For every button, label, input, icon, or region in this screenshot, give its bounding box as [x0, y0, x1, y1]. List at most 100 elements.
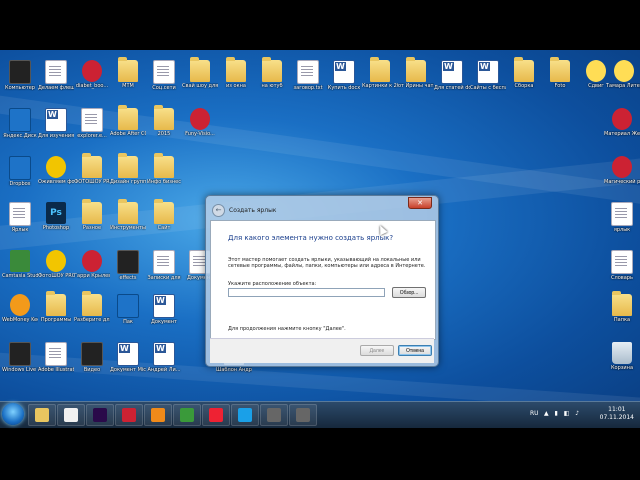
desktop-icon[interactable]: от Ирины чаташевой	[398, 57, 434, 89]
taskbar-button-app-window-1[interactable]	[260, 404, 288, 426]
desktop-icon[interactable]: заговор.txt	[290, 60, 326, 91]
desktop-icon[interactable]: Тамара Литер 2014	[606, 60, 640, 89]
desktop-icon[interactable]: Гарри Крылевской	[74, 250, 110, 279]
desktop-icon-label: Видео	[83, 367, 101, 373]
app-icon	[82, 60, 102, 82]
clock[interactable]: 11:01 07.11.2014	[600, 406, 634, 422]
folder-icon	[514, 57, 534, 82]
browse-button[interactable]: Обзор...	[392, 287, 426, 298]
language-indicator[interactable]: RU	[530, 410, 539, 417]
desktop-icon-label: Пак	[123, 319, 133, 325]
app-icon	[612, 156, 632, 178]
desktop-icon-label: Photoshop	[42, 225, 70, 231]
chrome-icon	[180, 408, 194, 422]
desktop-icon-label: Funy-Visio...	[185, 131, 215, 137]
folder-icon	[190, 57, 210, 82]
desktop-icon[interactable]: Инструменты	[110, 199, 146, 231]
desktop-icon[interactable]: на ютуб	[254, 57, 290, 89]
desktop-icon-label: из окна	[226, 83, 246, 89]
desktop-icon[interactable]: Андрей Ли...	[146, 342, 182, 373]
desktop-icon[interactable]: ярлык	[604, 202, 640, 233]
desktop-icon[interactable]: WebMoney Keeper	[2, 294, 38, 323]
desktop-icon[interactable]: Купить docx	[326, 60, 362, 91]
desktop-icon[interactable]: diabet_boo...	[74, 60, 110, 89]
desktop-icon[interactable]: Camtasia Studio 8	[2, 250, 38, 279]
desktop-icon[interactable]: ФотоШОУ PRO	[38, 250, 74, 279]
desktop-icon[interactable]: Корзина	[604, 342, 640, 371]
desktop-icon-label: от Ирины чаташевой	[398, 83, 434, 89]
start-button[interactable]	[2, 403, 24, 425]
desktop-icon[interactable]: МТМ	[110, 57, 146, 89]
desktop-icon[interactable]: Дизайн группы	[110, 153, 146, 185]
desktop-icon[interactable]: ФОТОШОУ PRO	[74, 153, 110, 185]
desktop-icon[interactable]: Пак	[110, 294, 146, 325]
desktop-icon[interactable]: Компьютер	[2, 60, 38, 91]
desktop-icon[interactable]: Funy-Visio...	[182, 108, 218, 137]
desktop-icon[interactable]: Материал Желаем я...	[604, 108, 640, 137]
folder-icon	[154, 199, 174, 224]
folder-icon	[226, 57, 246, 82]
desktop-icon[interactable]: Свай шоу для гостей	[182, 57, 218, 89]
desktop-icon-label: Магический ритуал	[604, 179, 640, 185]
desktop-icon-label: Foto	[554, 83, 566, 89]
desktop-icon[interactable]: effects	[110, 250, 146, 281]
desktop-icon[interactable]: Яндекс.Диск	[2, 108, 38, 139]
desktop-icon[interactable]: Adobe After CC 2014 2...	[110, 105, 146, 137]
desktop-icon[interactable]: Магический ритуал	[604, 156, 640, 185]
desktop-icon-label: Программы	[40, 317, 72, 323]
desktop-icon[interactable]: Делаем флеш плеер	[38, 60, 74, 91]
desktop-icon[interactable]: Папка	[604, 291, 640, 323]
app-icon	[612, 108, 632, 130]
desktop-icon[interactable]: Foto	[542, 57, 578, 89]
desktop-icon[interactable]: Для изучения...	[38, 108, 74, 139]
desktop-icon[interactable]: Записки для	[146, 250, 182, 281]
desktop-icon[interactable]: Ps Photoshop	[38, 202, 74, 231]
desktop-icon[interactable]: Ярлык	[2, 202, 38, 233]
app-icon	[117, 250, 139, 274]
desktop-icon[interactable]: Разное	[74, 199, 110, 231]
desktop-icon[interactable]: Dropbox	[2, 156, 38, 187]
desktop-icon-label: ярлык	[613, 227, 631, 233]
taskbar-button-media-player[interactable]	[57, 404, 85, 426]
desktop-icon[interactable]: из окна	[218, 57, 254, 89]
taskbar-button-yandex[interactable]	[202, 404, 230, 426]
taskbar-button-chrome[interactable]	[173, 404, 201, 426]
desktop-icon[interactable]: Соц.сети	[146, 60, 182, 91]
desktop-icon[interactable]: Сборка	[506, 57, 542, 89]
taskbar-button-filezilla[interactable]	[115, 404, 143, 426]
recycle-bin-icon	[612, 342, 632, 364]
desktop-icon[interactable]: Сайты с бесплатно...	[470, 60, 506, 91]
desktop-icon[interactable]: Документ	[146, 294, 182, 325]
desktop-icon[interactable]: Оживляем фото	[38, 156, 74, 185]
taskbar-button-after-effects[interactable]	[86, 404, 114, 426]
location-input[interactable]	[228, 288, 385, 297]
desktop-icon[interactable]: Для статей docx	[434, 60, 470, 91]
desktop-icon[interactable]: Сайт	[146, 199, 182, 231]
app-icon	[9, 60, 31, 84]
desktop-icon[interactable]: Программы	[38, 291, 74, 323]
taskbar-button-explorer[interactable]	[28, 404, 56, 426]
desktop-icon[interactable]: Windows Live Writer	[2, 342, 38, 373]
desktop-icon[interactable]: Документ Microsoft	[110, 342, 146, 373]
desktop-icon[interactable]: Картинки к 2015 году	[362, 57, 398, 89]
desktop-icon[interactable]: Adobe Illustrator	[38, 342, 74, 373]
desktop-icon[interactable]: Инфо бизнес	[146, 153, 182, 185]
folder-icon	[154, 153, 174, 178]
taskbar-button-app-window-2[interactable]	[289, 404, 317, 426]
desktop-icon[interactable]: Видео	[74, 342, 110, 373]
back-arrow-icon[interactable]: ←	[212, 203, 225, 217]
word-document-icon	[477, 60, 499, 84]
desktop-icon[interactable]: Разберите для	[74, 291, 110, 323]
desktop-icon[interactable]: explorer.e...	[74, 108, 110, 139]
desktop-icon[interactable]: Словарь	[604, 250, 640, 281]
taskbar-button-firefox[interactable]	[144, 404, 172, 426]
create-shortcut-dialog: ← Создать ярлык ✕ Для какого элемента ну…	[205, 195, 439, 367]
tray-icons[interactable]: ▲ ▮ ◧ ♪	[544, 410, 581, 417]
desktop-icon[interactable]: 2015	[146, 105, 182, 137]
desktop-icon-label: diabet_boo...	[75, 83, 109, 89]
app-window-1-icon	[267, 408, 281, 422]
taskbar-button-skype[interactable]	[231, 404, 259, 426]
close-button[interactable]: ✕	[408, 197, 432, 209]
cancel-button[interactable]: Отмена	[398, 345, 432, 356]
next-button[interactable]: Далее	[360, 345, 394, 356]
